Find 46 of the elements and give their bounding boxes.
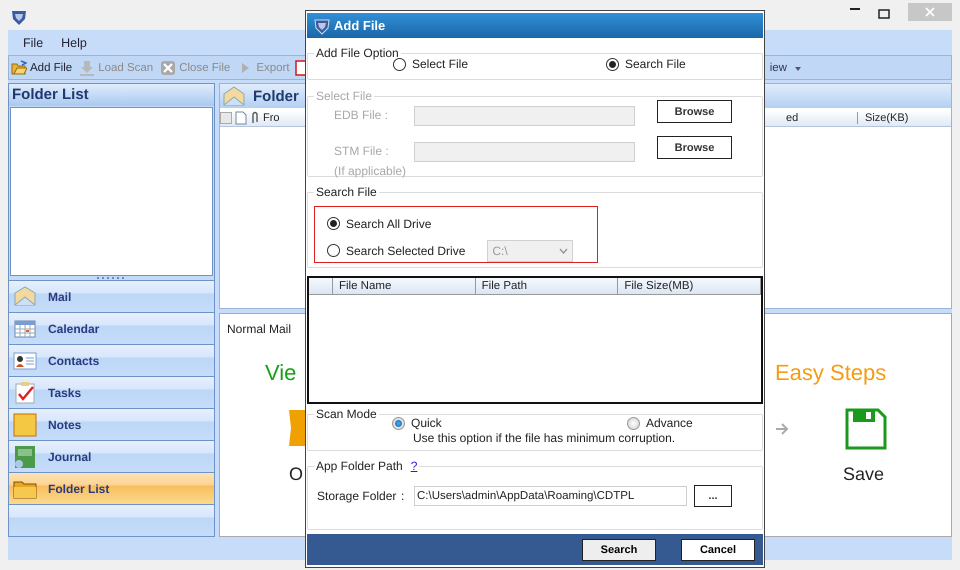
nav-label: Journal (48, 450, 92, 464)
nav-label: Calendar (48, 322, 100, 336)
panel-title: Folder List (9, 84, 214, 106)
menu-item[interactable]: File (23, 36, 44, 50)
hint-text: Use this option if the file has minimum corruption. (412, 431, 676, 445)
pane-title: Folder (253, 88, 299, 104)
nav-label: Notes (48, 418, 82, 432)
column-header[interactable]: File Path (476, 278, 618, 294)
radio-option[interactable]: Quick (392, 416, 627, 430)
field-note: (If applicable) (334, 164, 408, 178)
toolbar-button[interactable]: Add File (11, 60, 72, 76)
field-label: EDB File : (334, 108, 390, 122)
nav-label: Mail (48, 290, 72, 304)
nav-label: Contacts (48, 354, 100, 368)
radio-option[interactable]: Advance (627, 416, 693, 430)
dialog-title: Add File (334, 18, 386, 33)
heading-text: Vie (265, 360, 296, 386)
search-button[interactable]: Search (582, 538, 656, 560)
menu-item[interactable]: Help (61, 36, 87, 50)
group-label: Select File (315, 89, 374, 103)
field-label: Storage Folder (317, 489, 398, 503)
group-label: Add File Option (315, 46, 400, 60)
group-label: App Folder Path (316, 459, 403, 473)
nav-label: Tasks (48, 386, 82, 400)
group-label: Scan Mode (315, 407, 378, 421)
browse-button[interactable]: ... (694, 485, 732, 507)
radio-option[interactable]: Search Selected Drive (327, 244, 466, 258)
step-label: O (289, 464, 304, 485)
group-label: Search File (315, 185, 378, 199)
cancel-button[interactable]: Cancel (681, 538, 755, 560)
column-header[interactable]: File Name (332, 278, 476, 294)
field-separator: : (401, 489, 406, 503)
nav-label: Folder List (48, 482, 110, 496)
heading-text: Easy Steps (775, 360, 886, 386)
column-header[interactable]: Size(KB) (861, 112, 908, 124)
help-link[interactable]: ? (410, 459, 418, 473)
column-header[interactable]: ed (786, 112, 858, 124)
input-field[interactable]: C:\Users\admin\AppData\Roaming\CDTPL (414, 486, 687, 506)
radio-option[interactable]: Search File (606, 57, 686, 71)
radio-option[interactable]: Search All Drive (327, 216, 432, 230)
view-menu-button[interactable]: iew (770, 62, 802, 74)
nav-item[interactable]: Folder List (9, 472, 214, 504)
column-header[interactable]: File Size(MB) (618, 278, 762, 294)
step-label: Save (843, 464, 884, 485)
field-label: STM File : (334, 144, 390, 158)
radio-option[interactable]: Select File (393, 57, 606, 71)
